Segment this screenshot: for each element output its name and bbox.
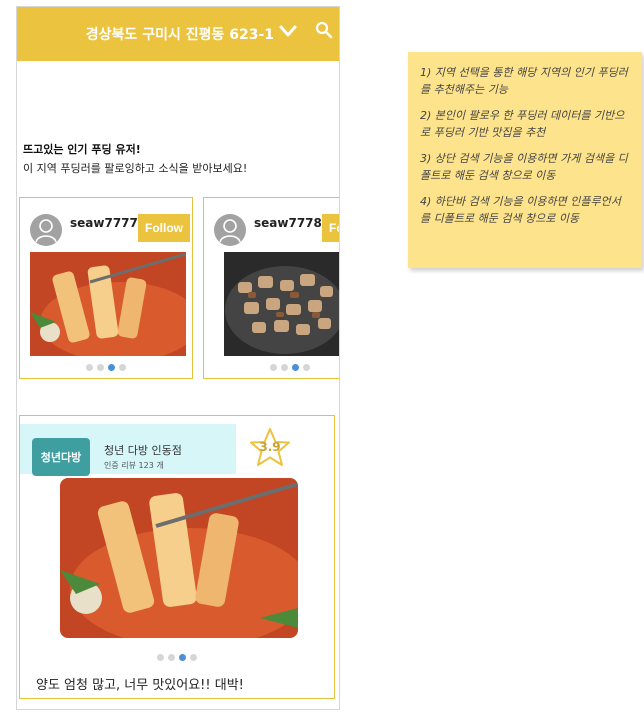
search-icon[interactable]: [315, 21, 333, 39]
carousel-dot[interactable]: [281, 364, 288, 371]
note-item: 3) 상단 검색 기능을 이용하면 가게 검색을 디폴트로 해둔 검색 창으로 …: [420, 152, 628, 182]
carousel-dot[interactable]: [119, 364, 126, 371]
follow-button[interactable]: Follow: [322, 214, 339, 242]
username[interactable]: seaw7778: [254, 216, 322, 230]
carousel-dot-active[interactable]: [179, 654, 186, 661]
avatar: [214, 214, 246, 246]
person-icon: [31, 215, 61, 245]
store-name[interactable]: 청년 다방 인동점: [104, 442, 182, 458]
store-logo: 청년다방: [32, 438, 90, 476]
review-count: 인증 리뷰 123 개: [104, 461, 164, 470]
top-header: 경상북도 구미시 진평동 623-1: [17, 7, 339, 61]
note-item: 1) 지역 선택을 통한 해당 지역의 인기 푸딩러를 추천해주는 기능: [420, 66, 628, 96]
store-banner[interactable]: 청년다방 청년 다방 인동점 인증 리뷰 123 개: [20, 424, 236, 476]
avatar: [30, 214, 62, 246]
store-logo-text: 청년다방: [40, 451, 82, 464]
annotation-note: 1) 지역 선택을 통한 해당 지역의 인기 푸딩러를 추천해주는 기능 2) …: [408, 52, 642, 268]
user-card[interactable]: seaw7777 Follow: [19, 197, 193, 379]
tteokbokki-photo: [30, 252, 186, 356]
carousel-dot[interactable]: [86, 364, 93, 371]
section-title: 뜨고있는 인기 푸딩 유저!: [23, 143, 141, 156]
note-item: 2) 본인이 팔로우 한 푸딩러 데이터를 기반으로 푸딩러 기반 맛집을 추천: [420, 109, 625, 139]
carousel-dot[interactable]: [270, 364, 277, 371]
username[interactable]: seaw7777: [70, 216, 138, 230]
carousel-dots[interactable]: [20, 654, 334, 661]
person-icon: [215, 215, 245, 245]
note-item: 4) 하단바 검색 기능을 이용하면 인플루언서를 디폴트로 해둔 검색 창으로…: [420, 195, 621, 225]
carousel-dot[interactable]: [303, 364, 310, 371]
review-card[interactable]: 청년다방 청년 다방 인동점 인증 리뷰 123 개 3.9 양도 엄청 많고,…: [19, 415, 335, 699]
carousel-dot-active[interactable]: [108, 364, 115, 371]
carousel-dots[interactable]: [20, 364, 192, 371]
location-label[interactable]: 경상북도 구미시 진평동 623-1: [86, 24, 274, 44]
carousel-dot[interactable]: [157, 654, 164, 661]
phone-screen: 경상북도 구미시 진평동 623-1 뜨고있는 인기 푸딩 유저! 이 지역 푸…: [16, 6, 340, 710]
follow-button[interactable]: Follow: [138, 214, 190, 242]
carousel-dot-active[interactable]: [292, 364, 299, 371]
tteokbokki-photo: [60, 478, 298, 638]
carousel-dots[interactable]: [204, 364, 339, 371]
carousel-dot[interactable]: [168, 654, 175, 661]
carousel-dot[interactable]: [190, 654, 197, 661]
chevron-down-icon[interactable]: [279, 24, 297, 38]
section-subtitle: 이 지역 푸딩러를 팔로잉하고 소식을 받아보세요!: [23, 162, 248, 175]
grilled-meat-photo: [224, 252, 339, 356]
carousel-dot[interactable]: [97, 364, 104, 371]
rating-value: 3.9: [259, 440, 281, 454]
review-text: 양도 엄청 많고, 너무 맛있어요!! 대박!: [36, 678, 244, 693]
user-card[interactable]: seaw7778 Follow: [203, 197, 339, 379]
rating-star: 3.9: [248, 426, 292, 470]
